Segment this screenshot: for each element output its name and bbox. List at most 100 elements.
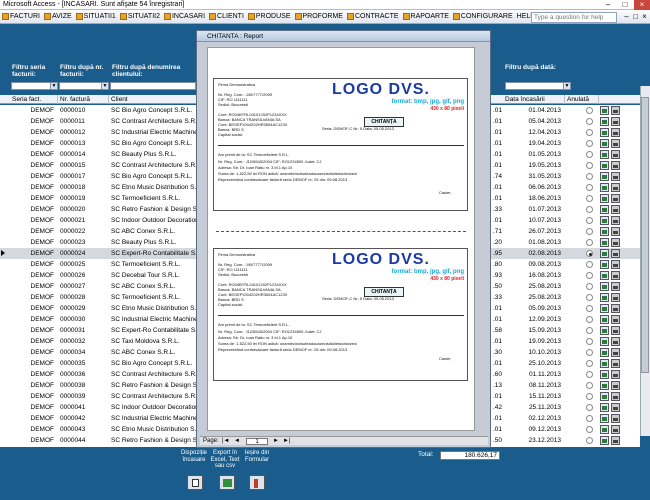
anulat-radio[interactable] <box>586 129 593 136</box>
cell-client[interactable]: SC Bio Agro Concept S.R.L. <box>109 105 199 116</box>
print-icon[interactable] <box>611 106 620 115</box>
cell-serie[interactable]: DEMOF <box>10 391 58 402</box>
help-search-input[interactable] <box>531 12 617 23</box>
menu-contracte[interactable]: CONTRACTE <box>345 11 401 23</box>
anulat-radio[interactable] <box>586 338 593 345</box>
cell-serie[interactable]: DEMOF <box>10 171 58 182</box>
cell-data[interactable]: 06.06.2013 <box>503 182 565 193</box>
anulat-radio[interactable] <box>586 283 593 290</box>
cell-client[interactable]: SC Industrial Electric Machines <box>109 413 199 424</box>
cell-client[interactable]: SC Retro Fashion & Design S.R <box>109 380 199 391</box>
menu-avize[interactable]: AVIZE <box>42 11 74 23</box>
anulat-radio[interactable] <box>586 349 593 356</box>
print-icon[interactable] <box>611 436 620 445</box>
next-page-button[interactable]: ► <box>273 437 279 446</box>
cell-nr[interactable]: 0000034 <box>58 347 109 358</box>
print-icon[interactable] <box>611 194 620 203</box>
cell-suma[interactable]: .01 <box>491 138 503 149</box>
anulat-radio[interactable] <box>586 118 593 125</box>
cell-serie[interactable]: DEMOF <box>10 402 58 413</box>
cell-serie[interactable]: DEMOF <box>10 358 58 369</box>
cell-data[interactable]: 01.04.2013 <box>503 105 565 116</box>
cell-data[interactable]: 01.07.2013 <box>503 204 565 215</box>
menu-incasari[interactable]: INCASARI <box>162 11 207 23</box>
cell-nr[interactable]: 0000041 <box>58 402 109 413</box>
cell-data[interactable]: 18.06.2013 <box>503 193 565 204</box>
cell-data[interactable]: 10.07.2013 <box>503 215 565 226</box>
cell-nr[interactable]: 0000038 <box>58 380 109 391</box>
cell-client[interactable]: SC Industrial Electric Machines <box>109 314 199 325</box>
cell-suma[interactable]: .74 <box>491 171 503 182</box>
cell-nr[interactable]: 0000017 <box>58 171 109 182</box>
cell-client[interactable]: SC Expert-Ro Contabilitate S.R <box>109 325 199 336</box>
cell-data[interactable]: 12.04.2013 <box>503 127 565 138</box>
cell-data[interactable]: 02.12.2013 <box>503 413 565 424</box>
cell-serie[interactable]: DEMOF <box>10 325 58 336</box>
cell-suma[interactable]: .80 <box>491 259 503 270</box>
anulat-radio[interactable] <box>586 173 593 180</box>
cell-suma[interactable]: .95 <box>491 248 503 259</box>
view-receipt-icon[interactable] <box>600 106 609 115</box>
cell-data[interactable]: 25.10.2013 <box>503 358 565 369</box>
view-receipt-icon[interactable] <box>600 392 609 401</box>
cell-suma[interactable]: .01 <box>491 314 503 325</box>
view-receipt-icon[interactable] <box>600 304 609 313</box>
print-icon[interactable] <box>611 425 620 434</box>
minimize-button[interactable]: – <box>600 0 616 10</box>
cell-client[interactable]: SC Contrast Architecture S.R.L. <box>109 116 199 127</box>
view-receipt-icon[interactable] <box>600 425 609 434</box>
doc-maximize-button[interactable]: □ <box>631 12 640 22</box>
print-icon[interactable] <box>611 183 620 192</box>
print-icon[interactable] <box>611 304 620 313</box>
cell-client[interactable]: SC Beauty Plus S.R.L. <box>109 149 199 160</box>
view-receipt-icon[interactable] <box>600 326 609 335</box>
cell-client[interactable]: SC Etno Music Distribution S.R. <box>109 303 199 314</box>
print-icon[interactable] <box>611 392 620 401</box>
cell-serie[interactable]: DEMOF <box>10 138 58 149</box>
cell-data[interactable]: 12.09.2013 <box>503 314 565 325</box>
cell-serie[interactable]: DEMOF <box>10 105 58 116</box>
cell-data[interactable]: 26.07.2013 <box>503 226 565 237</box>
cell-data[interactable]: 19.05.2013 <box>503 160 565 171</box>
anulat-radio[interactable] <box>586 239 593 246</box>
view-receipt-icon[interactable] <box>600 172 609 181</box>
cell-nr[interactable]: 0000031 <box>58 325 109 336</box>
view-receipt-icon[interactable] <box>600 249 609 258</box>
cell-serie[interactable]: DEMOF <box>10 435 58 446</box>
export-excel-button[interactable] <box>219 475 235 490</box>
menu-produse[interactable]: PRODUSE <box>246 11 293 23</box>
view-receipt-icon[interactable] <box>600 348 609 357</box>
cell-nr[interactable]: 0000044 <box>58 435 109 446</box>
cell-suma[interactable]: .01 <box>491 391 503 402</box>
view-receipt-icon[interactable] <box>600 271 609 280</box>
cell-suma[interactable]: .01 <box>491 303 503 314</box>
cell-suma[interactable]: .60 <box>491 369 503 380</box>
print-icon[interactable] <box>611 117 620 126</box>
view-receipt-icon[interactable] <box>600 227 609 236</box>
print-icon[interactable] <box>611 315 620 324</box>
filter-serie-combo[interactable]: ▼ <box>11 82 58 90</box>
cell-nr[interactable]: 0000025 <box>58 259 109 270</box>
cell-nr[interactable]: 0000020 <box>58 204 109 215</box>
view-receipt-icon[interactable] <box>600 315 609 324</box>
cell-serie[interactable]: DEMOF <box>10 182 58 193</box>
anulat-radio[interactable] <box>586 217 593 224</box>
col-anulat[interactable]: Anulată <box>565 95 599 104</box>
col-client[interactable]: Client <box>109 95 197 104</box>
cell-nr[interactable]: 0000021 <box>58 215 109 226</box>
cell-suma[interactable]: .01 <box>491 336 503 347</box>
cell-data[interactable]: 23.12.2013 <box>503 435 565 446</box>
cell-nr[interactable]: 0000039 <box>58 391 109 402</box>
print-icon[interactable] <box>611 205 620 214</box>
cell-nr[interactable]: 0000028 <box>58 292 109 303</box>
cell-client[interactable]: SC Expert-Ro Contabilitate S.R <box>109 248 199 259</box>
menu-rapoarte[interactable]: RAPOARTE <box>401 11 451 23</box>
col-data[interactable]: Data încasării <box>503 95 565 104</box>
menu-situatii2[interactable]: SITUATII2 <box>118 11 162 23</box>
print-icon[interactable] <box>611 326 620 335</box>
view-receipt-icon[interactable] <box>600 117 609 126</box>
cell-nr[interactable]: 0000014 <box>58 149 109 160</box>
cell-client[interactable]: SC Contrast Architecture S.R.L. <box>109 391 199 402</box>
cell-nr[interactable]: 0000018 <box>58 182 109 193</box>
cell-suma[interactable]: .01 <box>491 149 503 160</box>
